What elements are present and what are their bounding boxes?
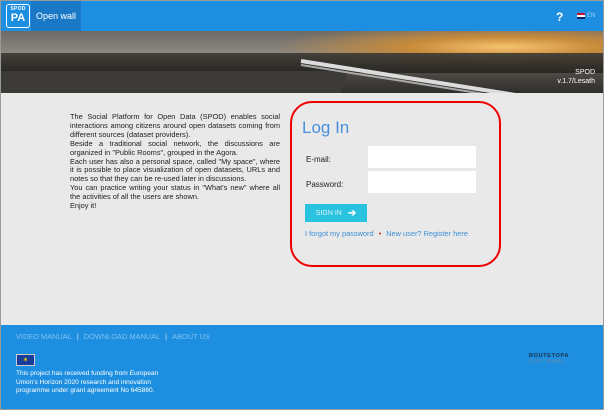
eu-flag-icon: ✶ xyxy=(16,354,35,366)
help-icon[interactable]: ? xyxy=(556,10,563,24)
logo-text-bottom: PA xyxy=(10,12,26,24)
login-links: I forgot my password • New user? Register … xyxy=(305,229,468,238)
spod-logo[interactable]: SPOD PA xyxy=(6,4,30,28)
bullet-separator: • xyxy=(378,229,382,238)
register-link[interactable]: New user? Register here xyxy=(386,229,468,238)
language-label: EN xyxy=(587,13,596,19)
funding-notice: This project has received funding from E… xyxy=(16,370,159,395)
sign-in-label: SIGN IN xyxy=(315,209,342,217)
login-panel: Log In E-mail: Password: SIGN IN ➔ I for… xyxy=(292,102,501,267)
login-title: Log In xyxy=(302,118,350,137)
intro-text: The Social Platform for Open Data (SPOD)… xyxy=(70,112,280,211)
language-selector[interactable]: EN xyxy=(577,13,595,19)
top-navbar: SPOD PA Open wall ? EN xyxy=(1,1,603,31)
main-content: The Social Platform for Open Data (SPOD)… xyxy=(1,93,603,325)
intro-paragraph: Enjoy it! xyxy=(70,201,97,211)
sign-in-button[interactable]: SIGN IN ➔ xyxy=(305,204,367,222)
intro-paragraph: Beside a traditional social network, the… xyxy=(70,138,280,157)
footer: VIDEO MANUAL | DOWNLOAD MANUAL | ABOUT US ✶ … xyxy=(1,325,603,409)
intro-paragraph: The Social Platform for Open Data (SPOD)… xyxy=(70,112,280,139)
intro-paragraph: You can practice writing your status in … xyxy=(70,183,280,202)
about-us-link[interactable]: ABOUT US xyxy=(172,332,210,341)
password-label: Password: xyxy=(306,180,344,189)
download-manual-link[interactable]: DOWNLOAD MANUAL xyxy=(84,332,160,341)
password-field[interactable] xyxy=(368,171,476,193)
footer-separator: | xyxy=(165,332,168,341)
email-label: E-mail: xyxy=(306,155,331,164)
email-field[interactable] xyxy=(368,146,476,168)
video-manual-link[interactable]: VIDEO MANUAL xyxy=(16,332,72,341)
intro-paragraph: Each user has also a personal space, cal… xyxy=(70,156,280,184)
hero-banner: SPOD v.1.7/Lesath xyxy=(1,31,603,93)
routetopa-logo[interactable]: ROUTETOPA SOFTWARE xyxy=(529,353,603,365)
footer-links: VIDEO MANUAL | DOWNLOAD MANUAL | ABOUT US xyxy=(16,332,210,341)
footer-separator: | xyxy=(76,332,79,341)
app-version: v.1.7/Lesath xyxy=(557,78,595,85)
nav-open-wall[interactable]: Open wall xyxy=(31,1,81,31)
app-name: SPOD xyxy=(575,69,595,76)
uk-flag-icon xyxy=(577,13,585,19)
forgot-password-link[interactable]: I forgot my password xyxy=(305,229,374,238)
hero-road xyxy=(1,71,349,93)
version-info: SPOD v.1.7/Lesath xyxy=(557,68,595,86)
arrow-right-icon: ➔ xyxy=(347,207,357,219)
brand-suffix: SOFTWARE xyxy=(529,359,566,365)
